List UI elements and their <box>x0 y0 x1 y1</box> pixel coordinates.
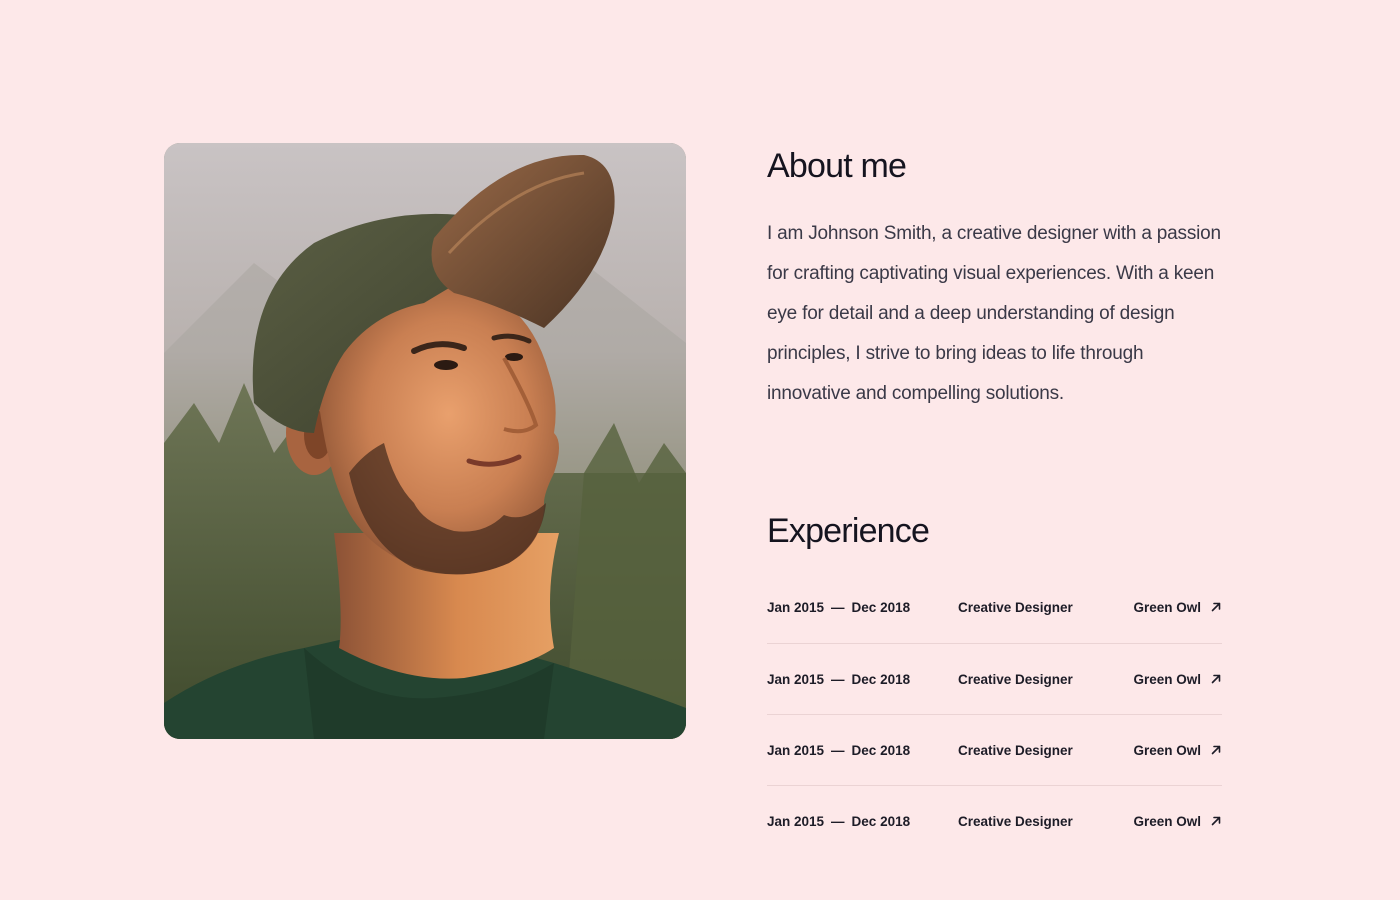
experience-row[interactable]: Jan 2015 — Dec 2018 Creative Designer Gr… <box>767 715 1222 786</box>
portrait-illustration <box>164 143 686 739</box>
experience-end: Dec 2018 <box>851 671 911 687</box>
experience-start: Jan 2015 <box>767 671 825 687</box>
experience-end: Dec 2018 <box>851 742 911 758</box>
experience-separator: — <box>831 742 845 758</box>
about-section: About me I am Johnson Smith, a creative … <box>0 0 1400 900</box>
experience-row[interactable]: Jan 2015 — Dec 2018 Creative Designer Gr… <box>767 571 1222 644</box>
experience-separator: — <box>831 671 845 687</box>
arrow-up-right-icon[interactable] <box>1210 744 1222 756</box>
experience-company-link[interactable]: Green Owl <box>1132 600 1222 615</box>
profile-photo <box>164 143 686 739</box>
experience-start: Jan 2015 <box>767 742 825 758</box>
experience-company: Green Owl <box>1133 671 1201 687</box>
experience-end: Dec 2018 <box>851 813 911 829</box>
arrow-up-right-icon[interactable] <box>1210 815 1222 827</box>
experience-dates: Jan 2015 — Dec 2018 <box>767 672 958 687</box>
experience-row[interactable]: Jan 2015 — Dec 2018 Creative Designer Gr… <box>767 786 1222 856</box>
experience-list: Jan 2015 — Dec 2018 Creative Designer Gr… <box>767 572 1222 856</box>
experience-dates: Jan 2015 — Dec 2018 <box>767 743 958 758</box>
experience-heading: Experience <box>767 512 930 550</box>
experience-start: Jan 2015 <box>767 599 825 615</box>
experience-company: Green Owl <box>1133 813 1201 829</box>
arrow-up-right-icon[interactable] <box>1210 673 1222 685</box>
about-heading: About me <box>767 147 907 185</box>
experience-company-link[interactable]: Green Owl <box>1132 814 1222 829</box>
experience-end: Dec 2018 <box>851 599 911 615</box>
experience-company: Green Owl <box>1133 599 1201 615</box>
experience-separator: — <box>831 813 845 829</box>
experience-role: Creative Designer <box>958 599 1073 615</box>
experience-company-link[interactable]: Green Owl <box>1132 743 1222 758</box>
arrow-up-right-icon[interactable] <box>1210 601 1222 613</box>
experience-role: Creative Designer <box>958 671 1073 687</box>
experience-dates: Jan 2015 — Dec 2018 <box>767 600 958 615</box>
experience-role: Creative Designer <box>958 813 1073 829</box>
experience-company: Green Owl <box>1133 742 1201 758</box>
experience-start: Jan 2015 <box>767 813 825 829</box>
experience-separator: — <box>831 599 845 615</box>
about-content: About me I am Johnson Smith, a creative … <box>767 140 1227 829</box>
about-bio: I am Johnson Smith, a creative designer … <box>767 223 1221 404</box>
experience-row[interactable]: Jan 2015 — Dec 2018 Creative Designer Gr… <box>767 644 1222 715</box>
experience-company-link[interactable]: Green Owl <box>1132 672 1222 687</box>
experience-role: Creative Designer <box>958 742 1073 758</box>
experience-dates: Jan 2015 — Dec 2018 <box>767 814 958 829</box>
